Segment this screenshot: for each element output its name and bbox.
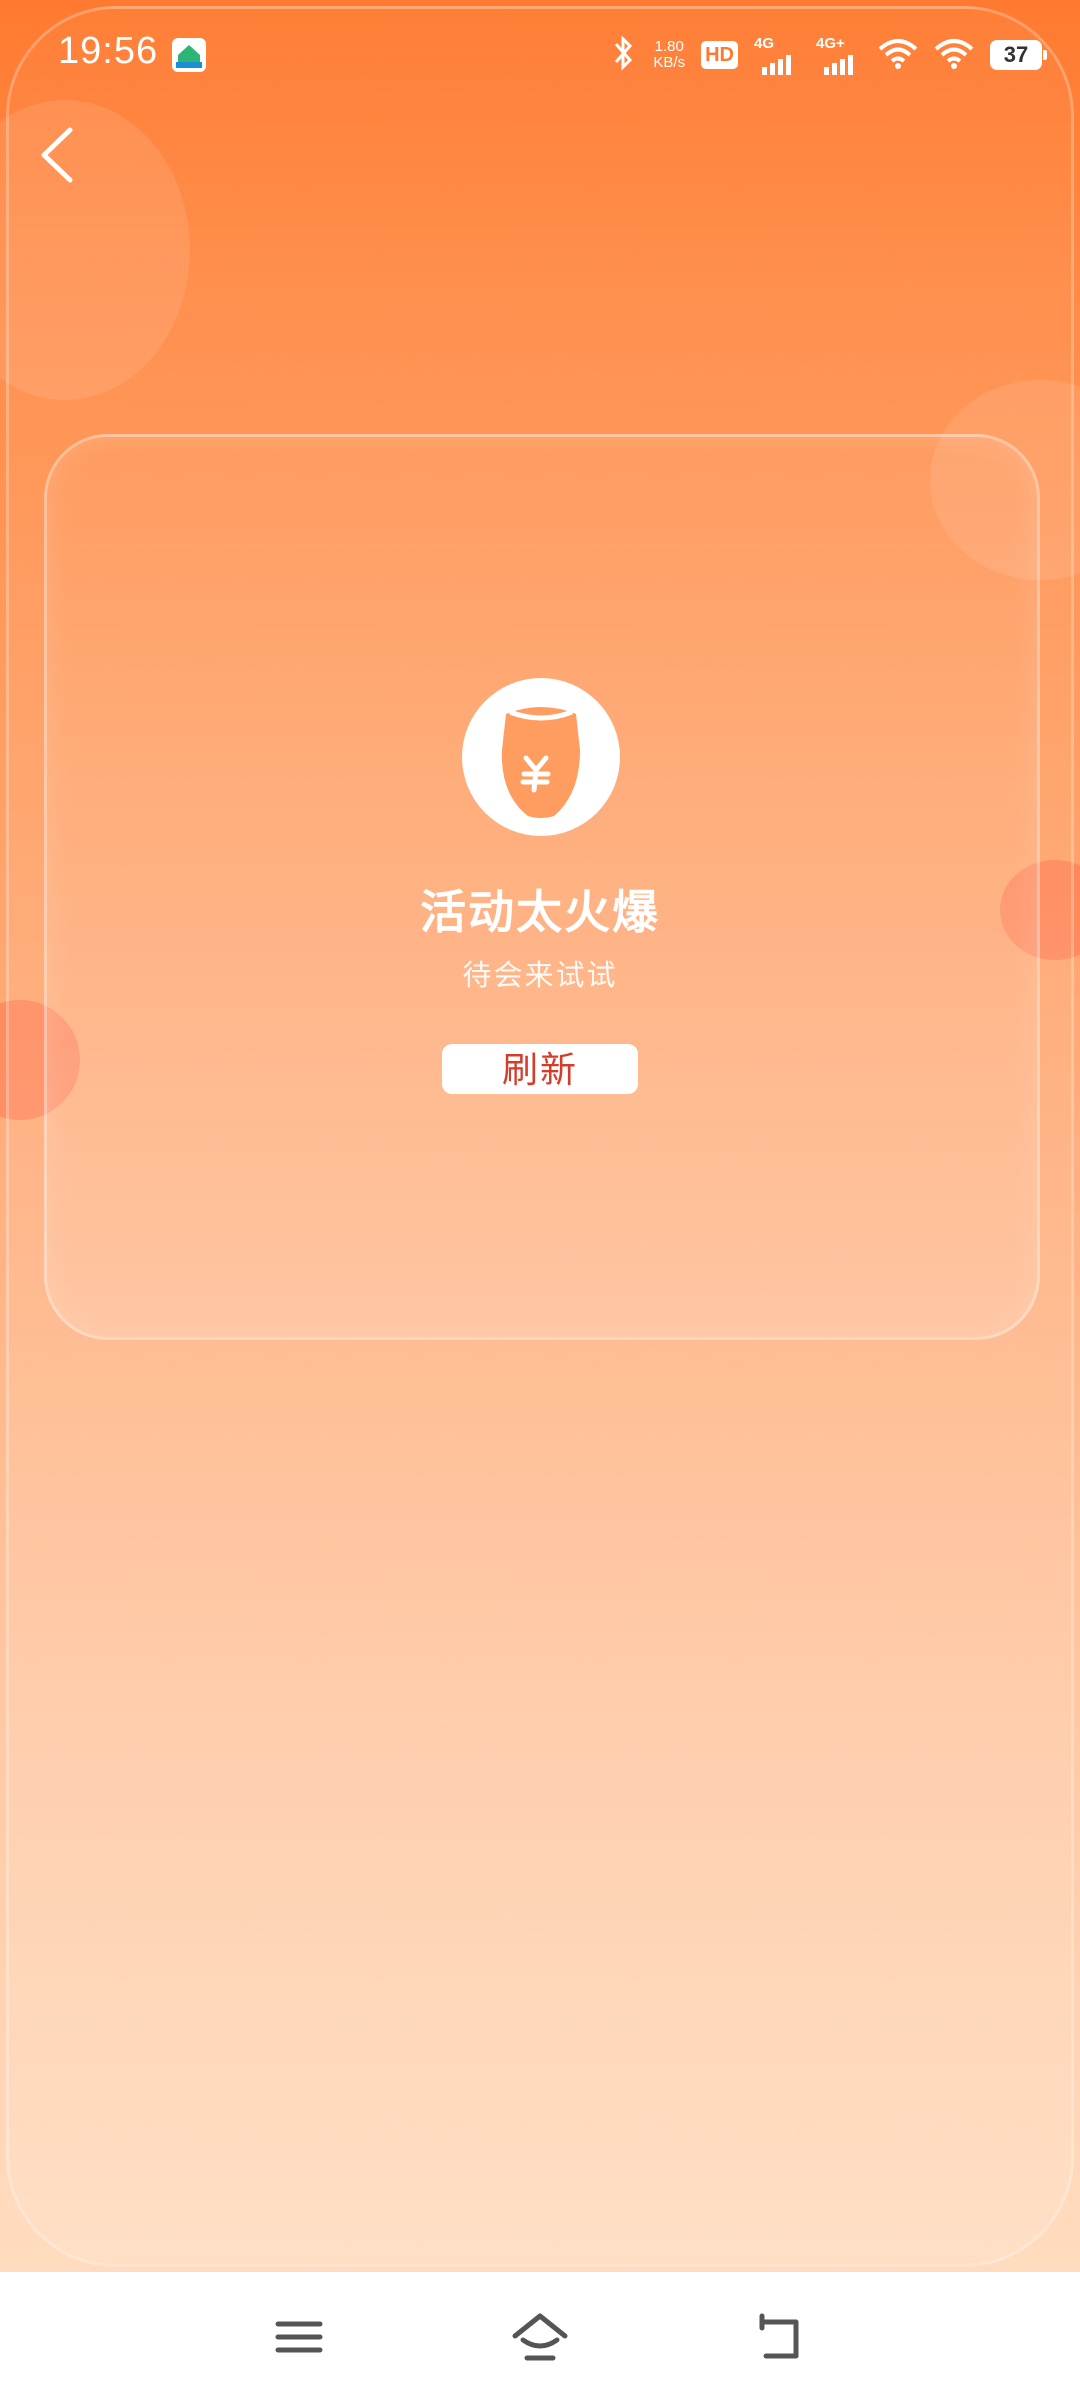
battery-icon: 37 bbox=[990, 40, 1047, 70]
wifi-icon bbox=[878, 37, 918, 74]
chevron-left-icon bbox=[41, 127, 73, 183]
back-button[interactable] bbox=[28, 118, 88, 192]
menu-icon[interactable] bbox=[264, 2302, 334, 2372]
red-envelope-yuan-icon bbox=[462, 678, 620, 836]
home-icon[interactable] bbox=[505, 2302, 575, 2372]
wifi-icon bbox=[934, 37, 974, 74]
net-speed-unit: KB/s bbox=[653, 54, 686, 71]
app-notification-icon bbox=[172, 38, 206, 72]
status-time: 19:56 bbox=[58, 30, 159, 72]
hd-badge: HD bbox=[701, 41, 738, 69]
signal-icon: 4G bbox=[754, 35, 800, 75]
back-icon[interactable] bbox=[746, 2302, 816, 2372]
error-title: 活动太火爆 bbox=[420, 886, 660, 938]
sim2-label: 4G+ bbox=[816, 35, 845, 52]
net-speed-value: 1.80 bbox=[654, 38, 684, 55]
net-speed: 1.80 KB/s bbox=[653, 39, 685, 71]
status-icons: 1.80 KB/s HD 4G 4G+ 37 bbox=[611, 30, 1047, 80]
system-nav-bar bbox=[0, 2272, 1080, 2400]
status-bar: 19:56 1.80 KB/s HD 4G 4G+ 37 bbox=[0, 0, 1080, 110]
refresh-button[interactable]: 刷新 bbox=[442, 1044, 638, 1094]
signal-icon: 4G+ bbox=[816, 35, 862, 75]
sim1-label: 4G bbox=[754, 35, 775, 52]
bluetooth-icon bbox=[611, 34, 637, 76]
error-subtitle: 待会来试试 bbox=[462, 960, 618, 992]
